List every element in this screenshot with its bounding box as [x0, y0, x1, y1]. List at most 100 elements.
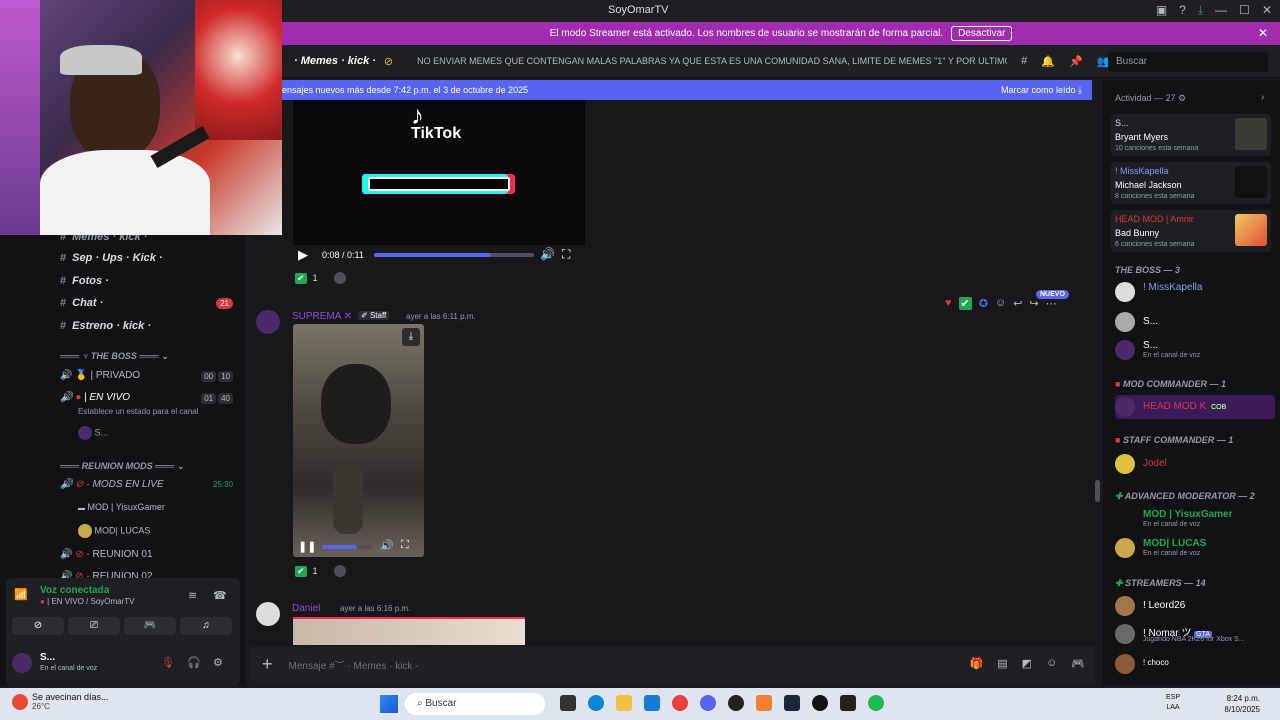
fullscreen-icon[interactable]: ⛶: [562, 247, 570, 262]
discord-icon[interactable]: [700, 695, 716, 711]
noise-icon[interactable]: ≋: [188, 589, 197, 602]
weather-widget[interactable]: Se avecinan días... 26°C: [32, 692, 109, 711]
mute-icon[interactable]: 🎙: [161, 656, 175, 669]
taskbar-search[interactable]: ⌕ Buscar: [405, 693, 545, 715]
add-reaction-icon[interactable]: [333, 565, 346, 577]
member-item[interactable]: ! Nomar ツ GTA Jugando NBA 2K26 for Xbox S…: [1115, 622, 1275, 646]
clock[interactable]: 8:24 p.m. 8/10/2025: [1224, 693, 1260, 715]
category-boss[interactable]: ═══ ♆ THE BOSS ═══ ⌄: [60, 351, 169, 362]
check-reaction-icon[interactable]: ✔: [958, 297, 972, 310]
emoji-icon[interactable]: ☺: [995, 297, 1006, 310]
avatar[interactable]: [256, 310, 280, 334]
voice-channel-mods[interactable]: 🔊 ⊘ · MODS EN LIVE: [60, 479, 164, 490]
forward-icon[interactable]: ↪: [1029, 297, 1038, 310]
avatar[interactable]: [256, 602, 280, 626]
member-item[interactable]: Jodel: [1115, 452, 1275, 476]
category-reunion[interactable]: ═══ REUNION MODS ═══ ⌄: [60, 461, 184, 472]
gorilla-video[interactable]: ⤓: [293, 324, 424, 557]
apps-icon[interactable]: 🎮: [1071, 657, 1085, 670]
tiktok-video-embed[interactable]: ♪ TikTok: [293, 100, 585, 245]
steam-icon[interactable]: [784, 695, 800, 711]
inbox-icon[interactable]: ▣: [1156, 3, 1167, 18]
windows-start-icon[interactable]: [380, 695, 398, 713]
heart-reaction-icon[interactable]: ♥: [945, 297, 952, 310]
message-input[interactable]: Mensaje #︶ · Memes · kick ·: [289, 657, 419, 672]
voice-channel-envivo[interactable]: 🔊 ● | EN VIVO: [60, 392, 130, 403]
close-window-button[interactable]: ✕: [1262, 3, 1272, 18]
channel-item[interactable]: # Chat ·: [60, 297, 103, 309]
soundboard-button[interactable]: ♫: [180, 617, 232, 635]
message-author[interactable]: SUPREMA ✕: [292, 311, 352, 322]
screen-share-button[interactable]: ⎚: [68, 617, 120, 635]
gif-icon[interactable]: ▤: [997, 657, 1007, 670]
obs-icon[interactable]: [728, 695, 744, 711]
camera-off-button[interactable]: ⊘: [12, 617, 64, 635]
terminal-icon[interactable]: [840, 695, 856, 711]
minimize-button[interactable]: —: [1215, 3, 1227, 18]
member-item[interactable]: S...: [1115, 310, 1275, 334]
voice-channel-reunion01[interactable]: 🔊 ⊘ · REUNION 01: [60, 549, 153, 560]
scrollbar[interactable]: [1095, 480, 1100, 502]
avatar[interactable]: [12, 653, 32, 673]
channel-item[interactable]: # Fotos ·: [60, 275, 109, 287]
verified-reaction-icon[interactable]: ✪: [979, 297, 988, 310]
member-item[interactable]: ! MissKapella: [1115, 280, 1275, 304]
reply-icon[interactable]: ↩: [1013, 297, 1022, 310]
gift-icon[interactable]: 🎁: [970, 657, 984, 670]
channel-topic[interactable]: NO ENVIAR MEMES QUE CONTENGAN MALAS PALA…: [417, 56, 1007, 66]
channel-status[interactable]: Establece un estado para el canal: [78, 407, 199, 416]
spotify-icon[interactable]: [868, 695, 884, 711]
volume-icon[interactable]: 🔊: [540, 247, 555, 261]
activity-header[interactable]: Actividad — 27 ⚙: [1115, 93, 1186, 104]
download-icon[interactable]: ⤓: [1198, 3, 1203, 18]
bell-icon[interactable]: 🔔: [1041, 55, 1055, 68]
member-item[interactable]: S... En el canal de voz: [1115, 338, 1275, 362]
add-attachment-icon[interactable]: +: [262, 654, 273, 675]
check-reaction-icon[interactable]: ✔: [295, 272, 307, 284]
sticker-icon[interactable]: ◩: [1022, 657, 1032, 670]
activity-button[interactable]: 🎮: [124, 617, 176, 635]
member-item[interactable]: MOD | YisuxGamer En el canal de voz: [1115, 507, 1275, 531]
pin-icon[interactable]: 📌: [1069, 55, 1083, 68]
pause-button[interactable]: ❚❚: [298, 540, 316, 553]
channel-item[interactable]: # Sep · Ups · Kick ·: [60, 252, 163, 264]
voice-user[interactable]: MOD| LUCAS: [78, 524, 150, 538]
close-banner-icon[interactable]: ✕: [1258, 26, 1268, 40]
member-item[interactable]: HEAD MOD K COB: [1115, 395, 1275, 419]
explorer-icon[interactable]: [616, 695, 632, 711]
download-icon[interactable]: ⤓: [402, 328, 420, 346]
threads-icon[interactable]: #: [1021, 55, 1027, 68]
edge-icon[interactable]: [588, 695, 604, 711]
message-author[interactable]: Daniel: [292, 603, 320, 614]
video-progress[interactable]: [322, 545, 372, 549]
volume-icon[interactable]: 🔊: [380, 539, 394, 552]
settings-icon[interactable]: ⚙: [213, 656, 223, 669]
search-input[interactable]: Buscar: [1108, 52, 1268, 72]
voice-user[interactable]: ▬ MOD | YisuxGamer: [78, 502, 165, 512]
maximize-button[interactable]: ☐: [1239, 3, 1250, 18]
member-item[interactable]: ! Leord26: [1115, 594, 1275, 618]
disconnect-icon[interactable]: ☎: [213, 589, 227, 602]
play-button[interactable]: ▶: [298, 247, 308, 263]
new-messages-bar[interactable]: ensajes nuevos más desde 7:42 p.m. el 3 …: [282, 80, 1092, 100]
activity-card[interactable]: S... Bryant Myers 10 canciones esta sema…: [1111, 114, 1271, 156]
activity-card[interactable]: ! MissKapella Michael Jackson 8 cancione…: [1111, 162, 1271, 204]
help-icon[interactable]: ?: [1179, 3, 1186, 18]
user-name[interactable]: S...: [40, 652, 55, 663]
mark-read-button[interactable]: Marcar como leído ⤓: [1001, 85, 1082, 96]
voice-user[interactable]: S...: [78, 426, 108, 440]
store-icon[interactable]: [644, 695, 660, 711]
headphones-icon[interactable]: 🎧: [187, 656, 201, 669]
app-icon[interactable]: [812, 695, 828, 711]
deactivate-button[interactable]: Desactivar: [951, 26, 1013, 41]
voice-channel-privado[interactable]: 🔊 🥇 | PRIVADO: [60, 370, 140, 381]
signal-icon[interactable]: 📶: [14, 588, 28, 601]
channel-item[interactable]: # Estreno · kick ·: [60, 320, 151, 332]
chrome-icon[interactable]: [672, 695, 688, 711]
app-icon[interactable]: [756, 695, 772, 711]
tiktok-video-embed[interactable]: [293, 617, 525, 645]
check-reaction-icon[interactable]: ✔: [295, 565, 307, 577]
activity-card[interactable]: HEAD MOD | Amnir Bad Bunny 6 canciones e…: [1111, 210, 1271, 252]
fullscreen-icon[interactable]: ⛶: [401, 539, 409, 552]
language-indicator[interactable]: ESP LAA: [1166, 693, 1180, 713]
